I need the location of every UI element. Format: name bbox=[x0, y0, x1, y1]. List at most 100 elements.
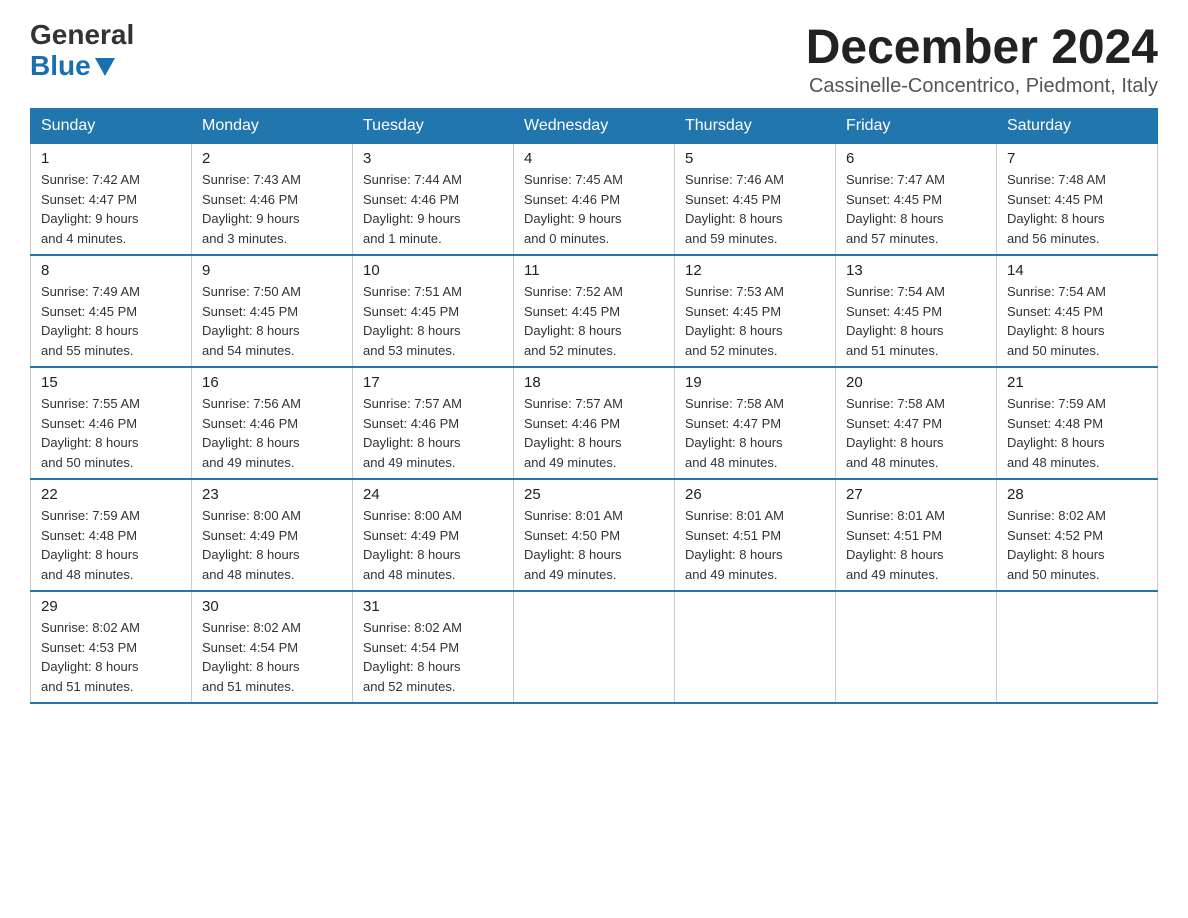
day-info: Sunrise: 8:02 AM Sunset: 4:54 PM Dayligh… bbox=[363, 620, 462, 694]
week-row-5: 29Sunrise: 8:02 AM Sunset: 4:53 PM Dayli… bbox=[31, 591, 1158, 703]
header-cell-wednesday: Wednesday bbox=[514, 109, 675, 144]
day-number: 20 bbox=[846, 374, 986, 391]
day-number: 30 bbox=[202, 598, 342, 615]
day-cell: 14Sunrise: 7:54 AM Sunset: 4:45 PM Dayli… bbox=[997, 255, 1158, 367]
day-number: 17 bbox=[363, 374, 503, 391]
day-cell: 2Sunrise: 7:43 AM Sunset: 4:46 PM Daylig… bbox=[192, 144, 353, 256]
day-info: Sunrise: 7:53 AM Sunset: 4:45 PM Dayligh… bbox=[685, 284, 784, 358]
day-info: Sunrise: 8:01 AM Sunset: 4:51 PM Dayligh… bbox=[685, 508, 784, 582]
header-row: SundayMondayTuesdayWednesdayThursdayFrid… bbox=[31, 109, 1158, 144]
day-cell: 22 Sunrise: 7:59 AM Sunset: 4:48 PM Dayli… bbox=[31, 479, 192, 591]
header-cell-saturday: Saturday bbox=[997, 109, 1158, 144]
day-number: 18 bbox=[524, 374, 664, 391]
logo-general-text: General bbox=[30, 20, 134, 51]
day-info: Sunrise: 8:01 AM Sunset: 4:51 PM Dayligh… bbox=[846, 508, 945, 582]
day-cell: 27Sunrise: 8:01 AM Sunset: 4:51 PM Dayli… bbox=[836, 479, 997, 591]
week-row-1: 1 Sunrise: 7:42 AM Sunset: 4:47 PM Daylig… bbox=[31, 144, 1158, 256]
day-info: Sunrise: 7:45 AM Sunset: 4:46 PM Dayligh… bbox=[524, 172, 623, 246]
day-cell: 13 Sunrise: 7:54 AM Sunset: 4:45 PM Dayli… bbox=[836, 255, 997, 367]
day-cell: 8 Sunrise: 7:49 AM Sunset: 4:45 PM Daylig… bbox=[31, 255, 192, 367]
day-info: Sunrise: 7:44 AM Sunset: 4:46 PM Dayligh… bbox=[363, 172, 462, 246]
day-cell: 26Sunrise: 8:01 AM Sunset: 4:51 PM Dayli… bbox=[675, 479, 836, 591]
day-info: Sunrise: 7:55 AM Sunset: 4:46 PM Dayligh… bbox=[41, 396, 140, 470]
day-info: Sunrise: 7:54 AM Sunset: 4:45 PM Dayligh… bbox=[846, 284, 945, 358]
day-number: 13 bbox=[846, 262, 986, 279]
day-cell: 15Sunrise: 7:55 AM Sunset: 4:46 PM Dayli… bbox=[31, 367, 192, 479]
day-info: Sunrise: 8:02 AM Sunset: 4:52 PM Dayligh… bbox=[1007, 508, 1106, 582]
week-row-3: 15Sunrise: 7:55 AM Sunset: 4:46 PM Dayli… bbox=[31, 367, 1158, 479]
day-cell: 3 Sunrise: 7:44 AM Sunset: 4:46 PM Daylig… bbox=[353, 144, 514, 256]
calendar-body: 1 Sunrise: 7:42 AM Sunset: 4:47 PM Daylig… bbox=[31, 144, 1158, 704]
day-info: Sunrise: 7:50 AM Sunset: 4:45 PM Dayligh… bbox=[202, 284, 301, 358]
calendar-title: December 2024 bbox=[806, 20, 1158, 75]
calendar-subtitle: Cassinelle-Concentrico, Piedmont, Italy bbox=[806, 75, 1158, 98]
day-info: Sunrise: 7:59 AM Sunset: 4:48 PM Dayligh… bbox=[41, 508, 140, 582]
day-number: 6 bbox=[846, 150, 986, 167]
day-number: 8 bbox=[41, 262, 181, 279]
day-info: Sunrise: 8:01 AM Sunset: 4:50 PM Dayligh… bbox=[524, 508, 623, 582]
day-info: Sunrise: 7:49 AM Sunset: 4:45 PM Dayligh… bbox=[41, 284, 140, 358]
logo-triangle-icon bbox=[95, 58, 115, 76]
header-cell-monday: Monday bbox=[192, 109, 353, 144]
day-info: Sunrise: 7:56 AM Sunset: 4:46 PM Dayligh… bbox=[202, 396, 301, 470]
header-cell-thursday: Thursday bbox=[675, 109, 836, 144]
day-number: 21 bbox=[1007, 374, 1147, 391]
day-cell: 18 Sunrise: 7:57 AM Sunset: 4:46 PM Dayli… bbox=[514, 367, 675, 479]
day-info: Sunrise: 7:59 AM Sunset: 4:48 PM Dayligh… bbox=[1007, 396, 1106, 470]
day-cell: 29Sunrise: 8:02 AM Sunset: 4:53 PM Dayli… bbox=[31, 591, 192, 703]
day-cell: 25 Sunrise: 8:01 AM Sunset: 4:50 PM Dayli… bbox=[514, 479, 675, 591]
day-number: 28 bbox=[1007, 486, 1147, 503]
day-number: 25 bbox=[524, 486, 664, 503]
logo: General Blue bbox=[30, 20, 134, 82]
day-cell: 11Sunrise: 7:52 AM Sunset: 4:45 PM Dayli… bbox=[514, 255, 675, 367]
day-cell bbox=[675, 591, 836, 703]
day-number: 22 bbox=[41, 486, 181, 503]
day-cell: 19Sunrise: 7:58 AM Sunset: 4:47 PM Dayli… bbox=[675, 367, 836, 479]
day-number: 31 bbox=[363, 598, 503, 615]
day-cell: 7 Sunrise: 7:48 AM Sunset: 4:45 PM Daylig… bbox=[997, 144, 1158, 256]
day-number: 3 bbox=[363, 150, 503, 167]
day-cell: 12Sunrise: 7:53 AM Sunset: 4:45 PM Dayli… bbox=[675, 255, 836, 367]
day-cell: 24Sunrise: 8:00 AM Sunset: 4:49 PM Dayli… bbox=[353, 479, 514, 591]
day-cell: 28 Sunrise: 8:02 AM Sunset: 4:52 PM Dayli… bbox=[997, 479, 1158, 591]
day-number: 1 bbox=[41, 150, 181, 167]
day-info: Sunrise: 7:48 AM Sunset: 4:45 PM Dayligh… bbox=[1007, 172, 1106, 246]
day-info: Sunrise: 8:02 AM Sunset: 4:53 PM Dayligh… bbox=[41, 620, 140, 694]
day-info: Sunrise: 7:51 AM Sunset: 4:45 PM Dayligh… bbox=[363, 284, 462, 358]
day-info: Sunrise: 7:58 AM Sunset: 4:47 PM Dayligh… bbox=[685, 396, 784, 470]
day-cell: 10Sunrise: 7:51 AM Sunset: 4:45 PM Dayli… bbox=[353, 255, 514, 367]
day-cell: 4Sunrise: 7:45 AM Sunset: 4:46 PM Daylig… bbox=[514, 144, 675, 256]
day-cell: 16 Sunrise: 7:56 AM Sunset: 4:46 PM Dayli… bbox=[192, 367, 353, 479]
day-info: Sunrise: 8:02 AM Sunset: 4:54 PM Dayligh… bbox=[202, 620, 301, 694]
header-cell-sunday: Sunday bbox=[31, 109, 192, 144]
day-cell: 9Sunrise: 7:50 AM Sunset: 4:45 PM Daylig… bbox=[192, 255, 353, 367]
day-info: Sunrise: 7:47 AM Sunset: 4:45 PM Dayligh… bbox=[846, 172, 945, 246]
day-cell: 5 Sunrise: 7:46 AM Sunset: 4:45 PM Daylig… bbox=[675, 144, 836, 256]
day-info: Sunrise: 7:42 AM Sunset: 4:47 PM Dayligh… bbox=[41, 172, 140, 246]
day-cell bbox=[836, 591, 997, 703]
day-info: Sunrise: 7:58 AM Sunset: 4:47 PM Dayligh… bbox=[846, 396, 945, 470]
header-cell-friday: Friday bbox=[836, 109, 997, 144]
day-number: 14 bbox=[1007, 262, 1147, 279]
day-info: Sunrise: 7:46 AM Sunset: 4:45 PM Dayligh… bbox=[685, 172, 784, 246]
title-block: December 2024 Cassinelle-Concentrico, Pi… bbox=[806, 20, 1158, 98]
header-cell-tuesday: Tuesday bbox=[353, 109, 514, 144]
day-cell: 31 Sunrise: 8:02 AM Sunset: 4:54 PM Dayli… bbox=[353, 591, 514, 703]
day-cell: 30 Sunrise: 8:02 AM Sunset: 4:54 PM Dayli… bbox=[192, 591, 353, 703]
day-number: 2 bbox=[202, 150, 342, 167]
calendar-header: SundayMondayTuesdayWednesdayThursdayFrid… bbox=[31, 109, 1158, 144]
day-cell: 23Sunrise: 8:00 AM Sunset: 4:49 PM Dayli… bbox=[192, 479, 353, 591]
day-number: 7 bbox=[1007, 150, 1147, 167]
day-cell: 20 Sunrise: 7:58 AM Sunset: 4:47 PM Dayli… bbox=[836, 367, 997, 479]
day-cell bbox=[514, 591, 675, 703]
day-number: 23 bbox=[202, 486, 342, 503]
day-cell: 17Sunrise: 7:57 AM Sunset: 4:46 PM Dayli… bbox=[353, 367, 514, 479]
day-info: Sunrise: 7:57 AM Sunset: 4:46 PM Dayligh… bbox=[524, 396, 623, 470]
day-number: 5 bbox=[685, 150, 825, 167]
day-cell bbox=[997, 591, 1158, 703]
day-number: 16 bbox=[202, 374, 342, 391]
day-cell: 21 Sunrise: 7:59 AM Sunset: 4:48 PM Dayli… bbox=[997, 367, 1158, 479]
week-row-2: 8 Sunrise: 7:49 AM Sunset: 4:45 PM Daylig… bbox=[31, 255, 1158, 367]
day-number: 24 bbox=[363, 486, 503, 503]
day-info: Sunrise: 7:52 AM Sunset: 4:45 PM Dayligh… bbox=[524, 284, 623, 358]
